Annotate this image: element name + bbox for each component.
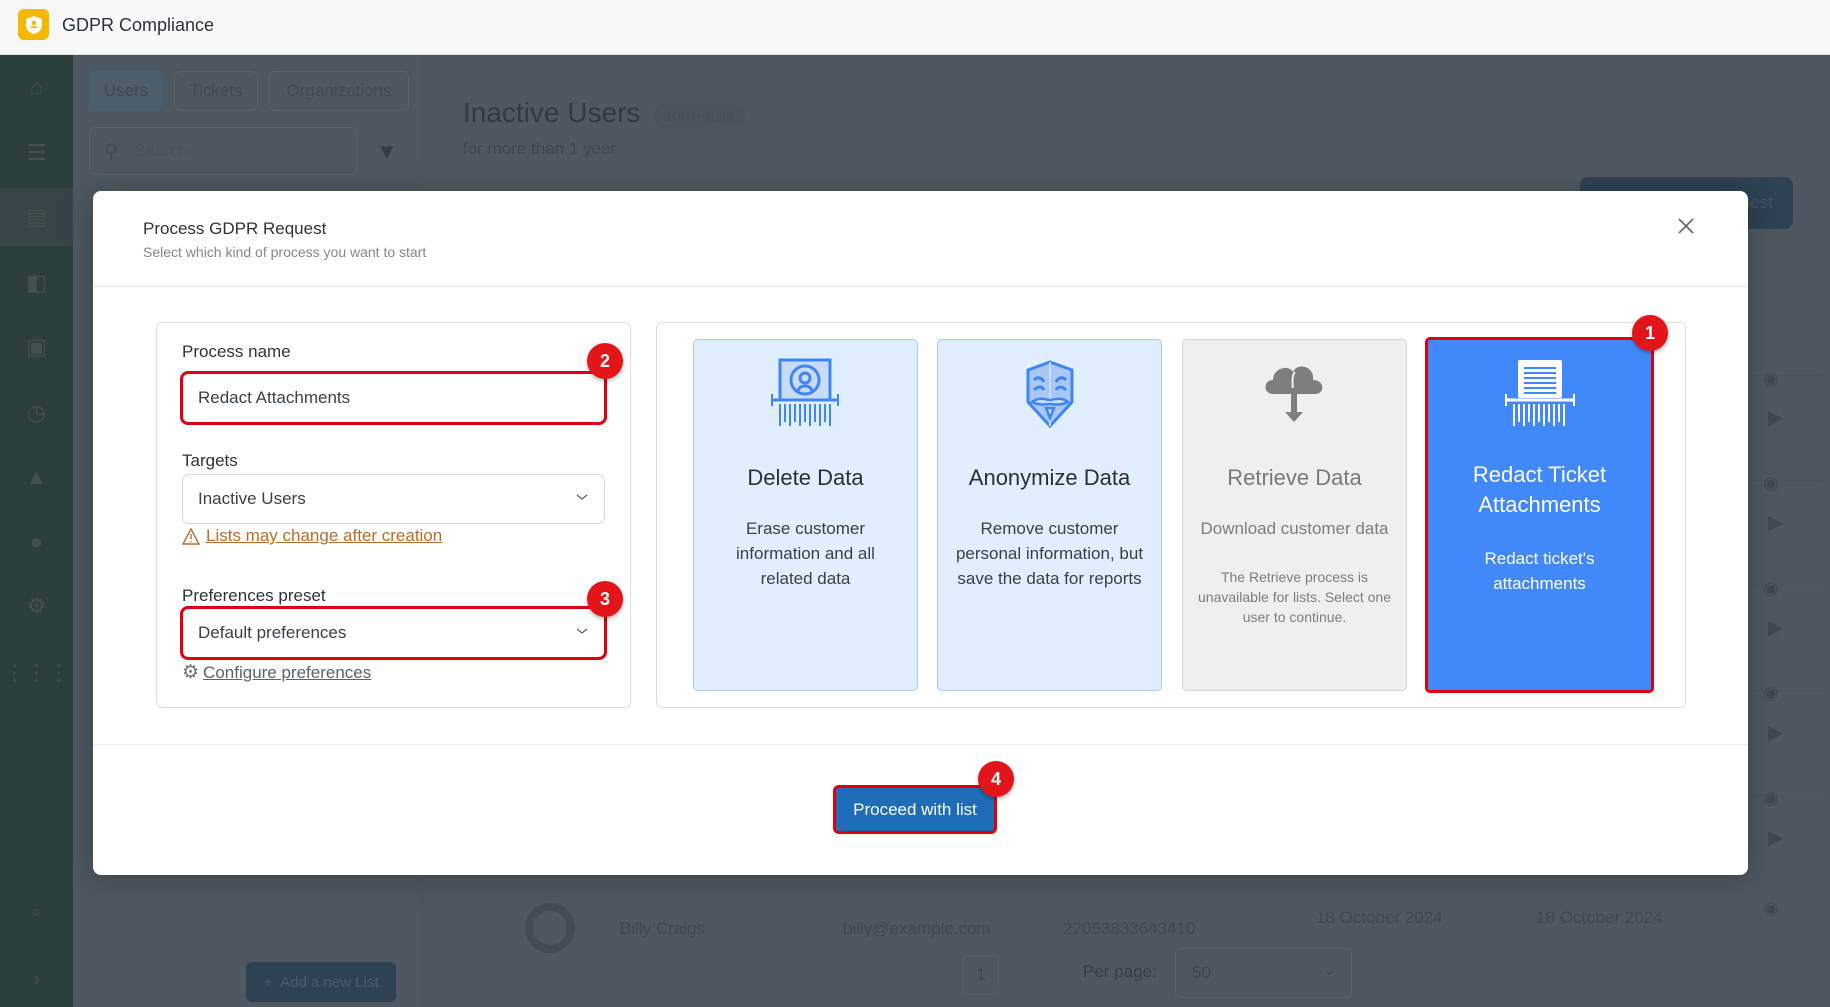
shredder-document-icon (1428, 358, 1651, 430)
id-badge-icon[interactable]: ▣ (0, 321, 73, 373)
modal-subtitle: Select which kind of process you want to… (143, 244, 427, 260)
eye-icon[interactable]: ◉ (1763, 898, 1779, 919)
annotation-badge-1: 1 (1632, 315, 1668, 351)
page-number[interactable]: 1 (963, 955, 999, 995)
card-title: Redact Ticket Attachments (1472, 462, 1607, 517)
card-description: Erase customer information and all relat… (736, 519, 875, 588)
lists-warning-link[interactable]: Lists may change after creation (182, 526, 442, 546)
annotation-badge-4: 4 (978, 761, 1014, 797)
grid-icon[interactable]: ⋮⋮⋮ (0, 647, 73, 699)
chevron-down-icon: ⌄ (1323, 962, 1335, 978)
preferences-select[interactable]: Default preferences (180, 606, 607, 660)
contact-book-icon[interactable]: ◧ (0, 257, 73, 309)
shield-user-icon (18, 9, 49, 40)
app-title: GDPR Compliance (62, 15, 215, 35)
configure-text: Configure preferences (203, 662, 372, 682)
inbox-icon[interactable]: ▤ (0, 188, 73, 246)
gear-icon: ⚙ (182, 662, 200, 683)
targets-label: Targets (182, 451, 238, 470)
row-id: 22053833643410 (1063, 919, 1196, 938)
tab-tickets[interactable]: Tickets (174, 71, 258, 111)
warning-text: Lists may change after creation (206, 526, 443, 545)
card-redact-ticket-attachments[interactable]: Redact Ticket Attachments Redact ticket'… (1425, 337, 1654, 693)
eye-icon[interactable]: ◉ (1763, 473, 1779, 494)
eye-icon[interactable]: ◉ (1763, 578, 1779, 599)
row-updated: 18 October 2024 (1536, 908, 1663, 927)
app-header: GDPR Compliance (0, 0, 1830, 55)
search-icon: ⚲ (104, 141, 119, 163)
annotation-badge-3: 3 (587, 581, 623, 617)
card-retrieve-data: Retrieve Data Download customer data The… (1182, 339, 1407, 691)
row-email: billy@example.com (843, 919, 991, 938)
plus-icon: + (263, 973, 273, 991)
filter-icon[interactable]: ▼ (376, 139, 398, 165)
preferences-value: Default preferences (198, 623, 347, 642)
close-icon[interactable] (1674, 214, 1698, 238)
chat-icon[interactable]: ▫ (0, 886, 73, 938)
process-name-label: Process name (182, 342, 291, 361)
add-list-button[interactable]: + Add a new List (246, 962, 396, 1002)
play-icon[interactable]: ▶ (1768, 510, 1783, 535)
modal-title: Process GDPR Request (143, 219, 327, 238)
list-icon[interactable]: ☰ (0, 127, 73, 179)
chevron-down-icon (576, 628, 588, 634)
play-icon[interactable]: ▶ (1768, 825, 1783, 850)
preferences-label: Preferences preset (182, 586, 326, 605)
header-divider (93, 286, 1748, 287)
home-icon[interactable]: ⌂ (0, 61, 73, 113)
proceed-with-list-button[interactable]: Proceed with list (833, 785, 997, 834)
targets-value: Inactive Users (198, 489, 306, 508)
page-subtitle: for more than 1 year (463, 139, 617, 158)
warning-icon (182, 527, 200, 545)
page-title: Inactive Users (463, 97, 641, 128)
tab-organizations[interactable]: Organizations (269, 71, 409, 111)
footer-divider (93, 744, 1748, 745)
eye-icon[interactable]: ◉ (1763, 683, 1779, 704)
card-description: Remove customer personal information, bu… (955, 519, 1144, 588)
mask-icon (938, 358, 1161, 430)
search-input[interactable]: ⚲ Search (89, 127, 357, 175)
card-description: Redact ticket's attachments (1484, 549, 1595, 593)
play-icon[interactable]: ▶ (1768, 720, 1783, 745)
per-page-select[interactable]: 50 ⌄ (1175, 948, 1352, 998)
tab-users[interactable]: Users (89, 71, 163, 111)
play-icon[interactable]: ▶ (1768, 405, 1783, 430)
card-title: Anonymize Data (968, 465, 1131, 490)
cloud-download-icon (1183, 358, 1406, 430)
annotation-badge-2: 2 (587, 343, 623, 379)
eye-icon[interactable]: ◉ (1763, 368, 1779, 389)
card-unavailable-note: The Retrieve process is unavailable for … (1198, 569, 1391, 625)
process-type-panel: Delete Data Erase customer information a… (656, 315, 1686, 708)
per-page-value: 50 (1192, 963, 1211, 982)
card-title: Delete Data (747, 465, 864, 490)
chart-icon[interactable]: ▲ (0, 451, 73, 503)
process-name-input[interactable]: Redact Attachments (180, 371, 607, 425)
card-title: Retrieve Data (1227, 465, 1362, 490)
user-lock-icon[interactable]: ● (0, 516, 73, 568)
play-icon[interactable]: ▶ (1768, 615, 1783, 640)
process-gdpr-modal: Process GDPR Request Select which kind o… (93, 191, 1748, 875)
chevron-right-icon[interactable]: › (0, 953, 73, 1005)
sidebar: ⌂ ☰ ▤ ◧ ▣ ◷ ▲ ● ⚙ ⋮⋮⋮ ▫ › (0, 55, 73, 1007)
process-name-value: Redact Attachments (198, 388, 351, 407)
add-list-label: Add a new List (280, 973, 379, 991)
targets-select[interactable]: Inactive Users (182, 474, 605, 524)
configure-preferences-link[interactable]: ⚙ Configure preferences (182, 661, 371, 684)
row-name: Billy Craigs (620, 919, 706, 938)
clock-icon[interactable]: ◷ (0, 387, 73, 439)
avatar (525, 903, 575, 953)
eye-icon[interactable]: ◉ (1763, 788, 1779, 809)
search-placeholder: Search (134, 141, 188, 160)
chevron-down-icon (576, 494, 588, 500)
gear-icon[interactable]: ⚙ (0, 580, 73, 632)
card-anonymize-data[interactable]: Anonymize Data Remove customer personal … (937, 339, 1162, 691)
shredder-user-icon (694, 358, 917, 430)
per-page-label: Per page: (1083, 962, 1157, 981)
card-description: Download customer data (1200, 519, 1389, 538)
row-created: 18 October 2024 (1316, 908, 1443, 927)
card-delete-data[interactable]: Delete Data Erase customer information a… (693, 339, 918, 691)
process-form-panel: Process name Redact Attachments 2 Target… (156, 322, 631, 708)
result-count-badge: 106 results (653, 104, 746, 128)
